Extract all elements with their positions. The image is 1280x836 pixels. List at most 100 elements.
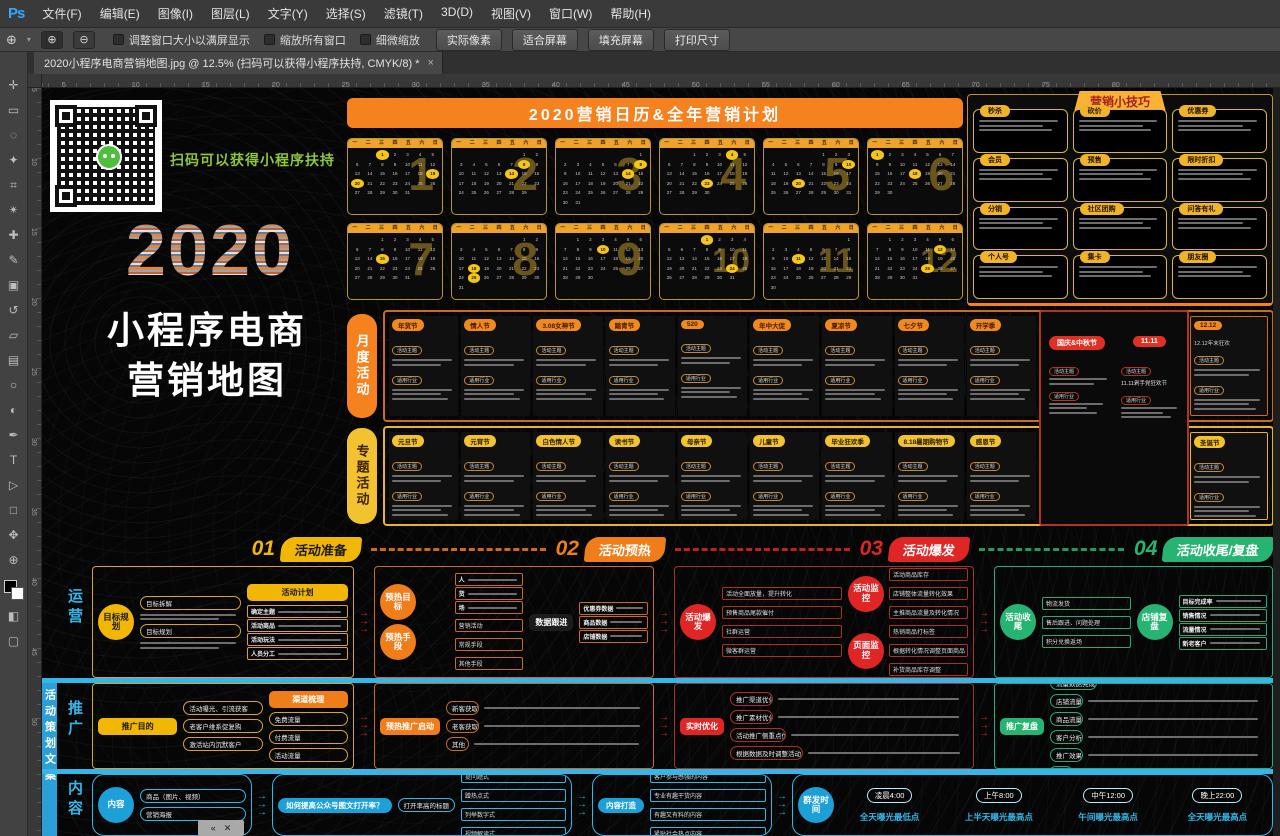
lasso-tool-icon[interactable]: ◌ [4, 126, 24, 144]
text-line [1216, 600, 1261, 602]
panel-fragment[interactable]: « ✕ [198, 820, 244, 836]
day-8: 8 [842, 245, 855, 255]
text-line [979, 120, 1058, 122]
text-line [1178, 275, 1251, 277]
document-tab[interactable]: 2020小程序电商营销地图.jpg @ 12.5% (扫码可以获得小程序扶持, … [34, 52, 443, 74]
crop-tool-icon[interactable]: ⌗ [4, 176, 24, 194]
day-7: 7 [871, 245, 884, 255]
day-6: 6 [934, 150, 947, 160]
pen-tool-icon[interactable]: ✒ [4, 426, 24, 444]
activity-card-圣诞节: 圣诞节活动主题适用行业 [1190, 432, 1268, 520]
flow-cell: 目标规划目标拆解目标规划活动计划确定主题活动商品活动玩法人员分工 [92, 566, 354, 678]
activity-card-520: 520活动主题适用行业 [678, 316, 747, 416]
day-18: 18 [767, 179, 780, 189]
tool-dropdown-caret[interactable]: ▾ [27, 35, 31, 44]
text-line [468, 593, 517, 595]
day-8: 8 [376, 245, 389, 255]
checkbox-icon[interactable] [360, 34, 371, 45]
node-商品流量: 商品流量 [1050, 712, 1083, 726]
day-10: 10 [572, 169, 585, 179]
weekday: 一 [868, 224, 881, 233]
text-line [970, 480, 1019, 482]
menu-item-视图(V)[interactable]: 视图(V) [491, 5, 531, 22]
day-25: 25 [468, 273, 481, 283]
zoom-out-toggle[interactable]: ⊖ [73, 31, 95, 49]
empty-day [505, 150, 518, 160]
shape-tool-icon[interactable]: □ [4, 501, 24, 519]
weekday: 二 [881, 139, 894, 148]
menu-item-选择(S)[interactable]: 选择(S) [326, 5, 366, 22]
type-tool-icon[interactable]: T [4, 451, 24, 469]
marquee-tool-icon[interactable]: ▭ [4, 101, 24, 119]
checkbox-icon[interactable] [264, 34, 275, 45]
flow-cell: 活动收尾物流发货售后跟进、问题处理积分兑换返场店铺复盘目标完成率销售情况流量情况… [994, 566, 1273, 678]
option-checkbox[interactable]: 缩放所有窗口 [264, 32, 346, 48]
hand-tool-icon[interactable]: ✥ [4, 526, 24, 544]
dodge-tool-icon[interactable]: ◐ [4, 401, 24, 419]
option-checkbox[interactable]: 细微缩放 [360, 32, 420, 48]
tip-card-会员: 会员 [973, 158, 1068, 202]
menu-item-帮助(H)[interactable]: 帮助(H) [610, 5, 651, 22]
menu-item-图像(I)[interactable]: 图像(I) [158, 5, 193, 22]
menu-item-滤镜(T)[interactable]: 滤镜(T) [384, 5, 423, 22]
clone-stamp-tool-icon[interactable]: ▣ [4, 276, 24, 294]
calendar-month-9: 一二三四五六日123456789101112131415161718192021… [555, 223, 651, 300]
menu-item-文字(Y)[interactable]: 文字(Y) [268, 5, 308, 22]
background-color[interactable] [11, 587, 24, 600]
day-16: 16 [701, 169, 714, 179]
zoom-tool-icon[interactable]: ⊕ [4, 551, 24, 569]
history-brush-tool-icon[interactable]: ↺ [4, 301, 24, 319]
option-checkbox[interactable]: 调整窗口大小以满屏显示 [113, 32, 250, 48]
collapse-icon[interactable]: « [211, 823, 216, 833]
quick-select-tool-icon[interactable]: ✦ [4, 151, 24, 169]
text-line [278, 653, 341, 655]
day-2: 2 [701, 150, 714, 160]
industry-chip: 适用行业 [970, 492, 1000, 501]
microtext-lines [1178, 120, 1261, 131]
eyedropper-tool-icon[interactable]: ✴ [4, 201, 24, 219]
node-column: 人货场营销活动常规手段其他手段 [455, 573, 524, 671]
zoom-in-toggle[interactable]: ⊕ [41, 31, 63, 49]
options-button-适合屏幕[interactable]: 适合屏幕 [512, 29, 578, 51]
quick-mask-icon[interactable]: ◧ [4, 607, 24, 625]
move-tool-icon[interactable]: ✛ [4, 76, 24, 94]
day-24: 24 [455, 188, 468, 198]
menu-item-3D(D)[interactable]: 3D(D) [441, 5, 473, 22]
color-swatches[interactable] [4, 580, 24, 600]
text-line [536, 398, 592, 400]
close-icon[interactable]: ✕ [224, 823, 232, 834]
microtext-lines [278, 611, 344, 613]
day-22: 22 [572, 264, 585, 274]
day-31: 31 [401, 188, 414, 198]
theme-chip: 活动主题 [970, 346, 1000, 355]
menu-item-编辑(E)[interactable]: 编辑(E) [100, 5, 140, 22]
arrow-icon: → [356, 626, 372, 634]
menu-item-文件(F)[interactable]: 文件(F) [42, 5, 81, 22]
options-button-打印尺寸[interactable]: 打印尺寸 [664, 29, 730, 51]
brush-tool-icon[interactable]: ✎ [4, 251, 24, 269]
item-根据转化情况调整页面商品: 根据转化情况调整页面商品 [889, 644, 968, 657]
screen-mode-icon[interactable]: ▢ [4, 632, 24, 650]
checkbox-icon[interactable] [113, 34, 124, 45]
menu-item-图层(L)[interactable]: 图层(L) [211, 5, 250, 22]
text-line [609, 514, 665, 516]
text-line [464, 505, 524, 507]
text-line [825, 364, 874, 366]
day-7: 7 [364, 245, 377, 255]
menu-item-窗口(W)[interactable]: 窗口(W) [549, 5, 592, 22]
options-button-实际像素[interactable]: 实际像素 [436, 29, 502, 51]
healing-brush-tool-icon[interactable]: ✚ [4, 226, 24, 244]
arrow-icon: → [656, 730, 672, 738]
node-column: 活动曝光、引流获客老客户维系促复购激活站内沉默客户 [183, 701, 262, 751]
tab-close-icon[interactable]: × [427, 57, 433, 69]
path-select-tool-icon[interactable]: ▷ [4, 476, 24, 494]
zoom-tool-icon[interactable]: ⊕ [6, 32, 17, 48]
eraser-tool-icon[interactable]: ▱ [4, 326, 24, 344]
options-button-填充屏幕[interactable]: 填充屏幕 [588, 29, 654, 51]
flow-arrows: →→→ [774, 774, 790, 836]
blur-tool-icon[interactable]: ○ [4, 376, 24, 394]
gradient-tool-icon[interactable]: ▤ [4, 351, 24, 369]
microtext-lines [970, 475, 1033, 482]
day-26: 26 [426, 264, 439, 274]
day-20: 20 [676, 264, 689, 274]
